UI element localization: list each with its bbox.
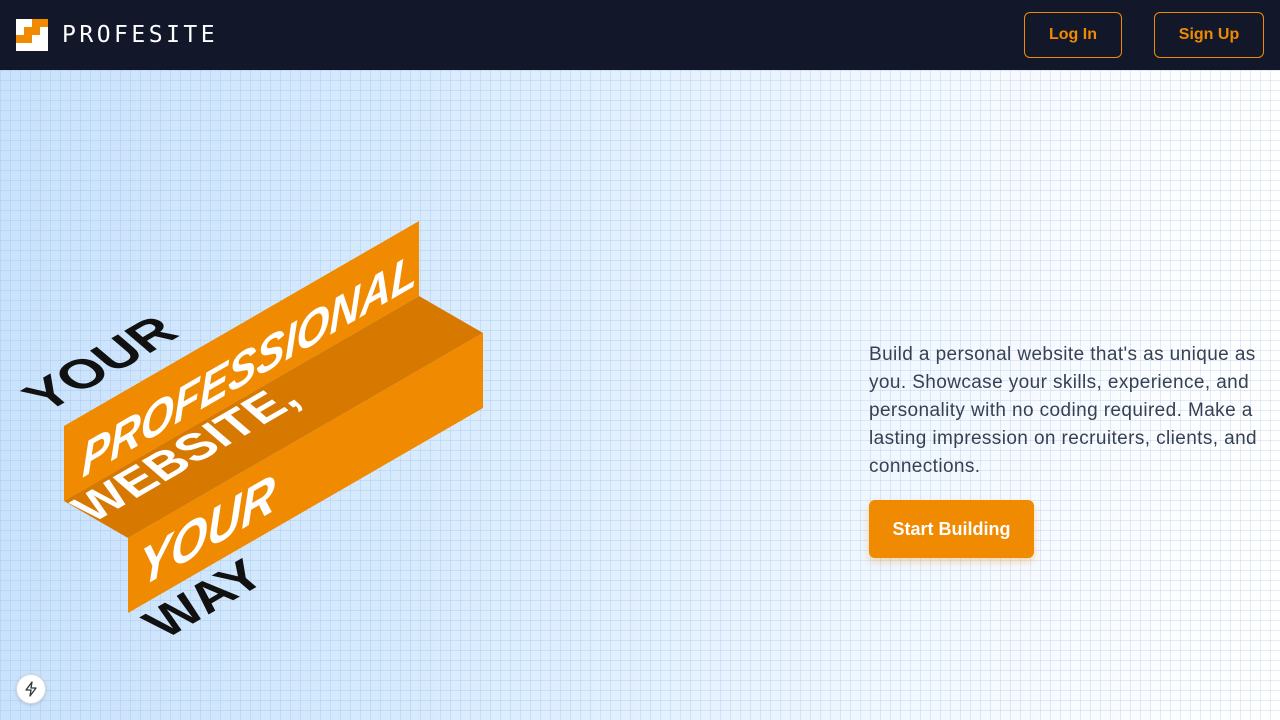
- isometric-headline-graphic: YOUR PROFESSIONAL WEBSITE, YOUR WAY: [6, 221, 483, 644]
- hero-description: Build a personal website that's as uniqu…: [869, 344, 1258, 477]
- start-building-button[interactable]: Start Building: [869, 500, 1034, 558]
- signup-button[interactable]: Sign Up: [1154, 12, 1264, 58]
- top-navbar: PROFESITE Log In Sign Up: [0, 0, 1280, 70]
- lightning-bolt-icon: [25, 681, 37, 697]
- lightning-bolt-button[interactable]: [16, 674, 46, 704]
- brand-name[interactable]: PROFESITE: [62, 21, 218, 49]
- login-button[interactable]: Log In: [1024, 12, 1122, 58]
- checker-logo-icon[interactable]: [16, 19, 48, 51]
